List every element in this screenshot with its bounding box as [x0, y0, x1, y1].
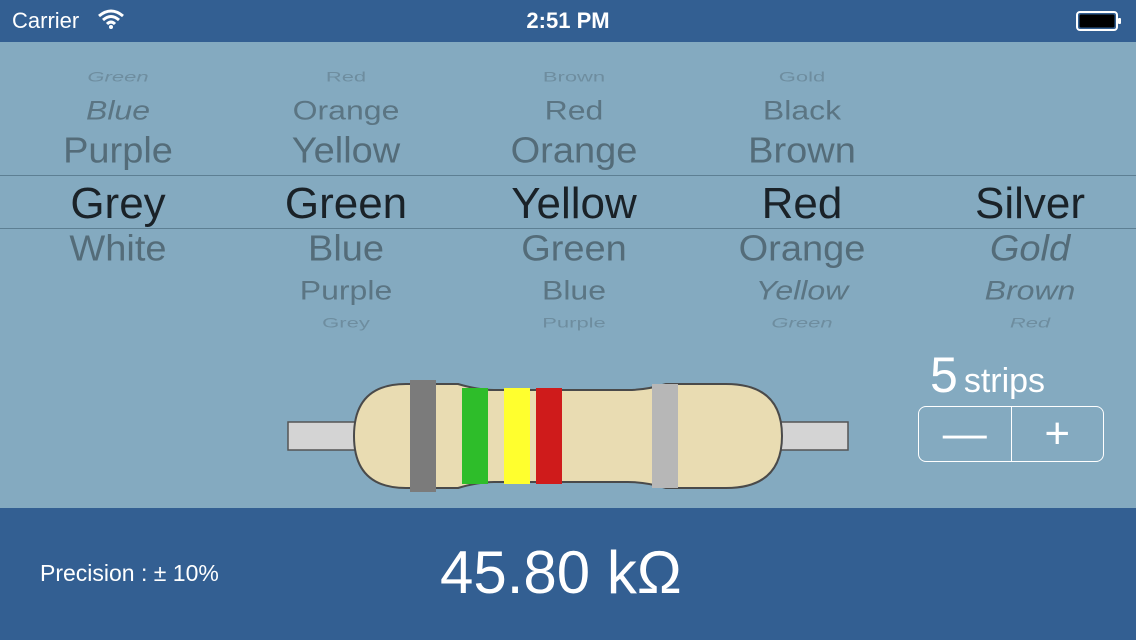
- picker-selected-option[interactable]: Red: [702, 179, 902, 229]
- picker-option[interactable]: Green: [18, 69, 218, 85]
- picker-option[interactable]: Purple: [18, 131, 218, 172]
- resistor-band-1: [410, 380, 436, 492]
- picker-option[interactable]: White: [18, 229, 218, 270]
- picker-selected-option[interactable]: Silver: [930, 179, 1130, 229]
- strips-count: 5: [930, 347, 958, 403]
- picker-option[interactable]: Yellow: [246, 131, 446, 172]
- picker-option[interactable]: Red: [474, 95, 674, 126]
- strips-stepper[interactable]: — +: [918, 406, 1104, 462]
- picker-option[interactable]: Gold: [930, 229, 1130, 270]
- resistance-value: 45.80 kΩ: [440, 539, 682, 606]
- picker-option[interactable]: Blue: [474, 275, 674, 306]
- picker-option[interactable]: Orange: [474, 131, 674, 172]
- picker-option[interactable]: Orange: [702, 229, 902, 270]
- precision-label: Precision : ± 10%: [40, 560, 219, 586]
- resistor-band-5: [652, 384, 678, 488]
- picker-selected-option[interactable]: Green: [246, 179, 446, 229]
- resistor-lead-left: [287, 421, 361, 451]
- picker-option[interactable]: Blue: [18, 95, 218, 126]
- picker-column-band-1[interactable]: Green Blue Purple Grey White: [18, 42, 218, 342]
- picker-column-tolerance[interactable]: Silver Gold Brown Red: [930, 42, 1130, 342]
- picker-option[interactable]: Brown: [474, 69, 674, 85]
- picker-option[interactable]: Brown: [930, 275, 1130, 306]
- strips-count-display: 5 strips: [930, 346, 1100, 404]
- clock: 2:51 PM: [526, 8, 610, 33]
- picker-column-band-3[interactable]: Brown Red Orange Yellow Green Blue Purpl…: [474, 42, 674, 342]
- picker-selected-option[interactable]: Yellow: [474, 179, 674, 229]
- picker-option[interactable]: Blue: [246, 229, 446, 270]
- picker-selected-option[interactable]: Grey: [18, 179, 218, 229]
- decrement-button[interactable]: —: [919, 407, 1012, 461]
- picker-column-multiplier[interactable]: Gold Black Brown Red Orange Yellow Green: [702, 42, 902, 342]
- result-bar: Precision : ± 10% 45.80 kΩ: [0, 508, 1136, 640]
- picker-option[interactable]: Orange: [246, 95, 446, 126]
- picker-option[interactable]: Red: [246, 69, 446, 85]
- picker-option[interactable]: Brown: [702, 131, 902, 172]
- increment-button[interactable]: +: [1012, 407, 1104, 461]
- picker-option[interactable]: Green: [474, 229, 674, 270]
- picker-option[interactable]: Yellow: [702, 275, 902, 306]
- picker-column-band-2[interactable]: Red Orange Yellow Green Blue Purple Grey: [246, 42, 446, 342]
- resistor-band-2: [462, 388, 488, 484]
- picker-option[interactable]: Purple: [474, 315, 674, 331]
- status-bar: Carrier 2:51 PM: [0, 0, 1136, 42]
- picker-option[interactable]: Red: [930, 315, 1130, 331]
- resistor-band-4: [536, 388, 562, 484]
- picker-option[interactable]: Green: [702, 315, 902, 331]
- resistor-illustration: [287, 380, 849, 492]
- battery-icon: [1076, 11, 1121, 31]
- strips-label: strips: [963, 362, 1046, 400]
- picker-option[interactable]: Gold: [702, 69, 902, 85]
- resistor-lead-right: [775, 421, 849, 451]
- resistor-band-3: [504, 388, 530, 484]
- picker-option[interactable]: Purple: [246, 275, 446, 306]
- picker-option[interactable]: Black: [702, 95, 902, 126]
- picker-option[interactable]: Grey: [246, 315, 446, 331]
